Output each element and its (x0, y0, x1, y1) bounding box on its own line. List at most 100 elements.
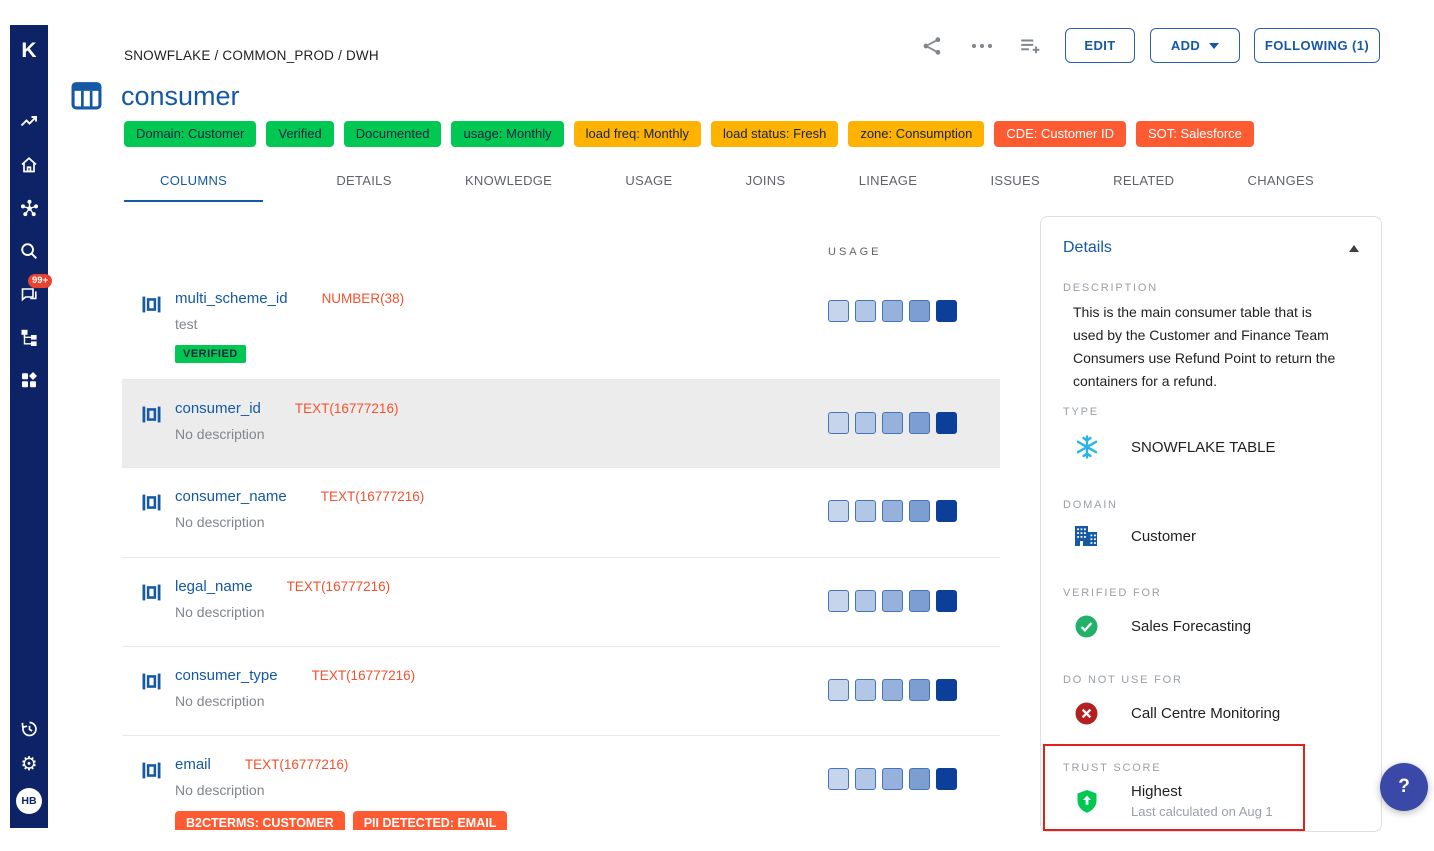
details-panel: Details DESCRIPTION This is the main con… (1040, 216, 1382, 832)
column-description: No description (175, 604, 390, 620)
usage-indicator (828, 412, 957, 434)
column-icon (142, 296, 161, 318)
column-icon (142, 673, 161, 695)
column-type: TEXT(16777216) (245, 757, 349, 772)
pii-detected-badge: PII DETECTED: EMAIL (353, 811, 508, 830)
caret-down-icon (1209, 43, 1219, 49)
app-logo[interactable]: K (21, 39, 36, 63)
tag-sot[interactable]: SOT: Salesforce (1136, 121, 1254, 147)
sidebar-bottom: ⚙ HB (16, 718, 42, 814)
more-icon[interactable] (970, 34, 994, 58)
columns-list: USAGE multi_scheme_id NUMBER(38) test VE… (122, 216, 1000, 830)
table-row[interactable]: email TEXT(16777216) No description B2CT… (122, 736, 1000, 830)
chat-icon[interactable]: 99+ (18, 283, 40, 305)
domain-label: DOMAIN (1063, 499, 1118, 511)
share-icon[interactable] (920, 34, 944, 58)
apps-grid-icon[interactable] (18, 369, 40, 391)
tag-verified[interactable]: Verified (266, 121, 333, 147)
check-circle-icon (1073, 615, 1100, 638)
column-type: TEXT(16777216) (312, 668, 416, 683)
flow-icon[interactable] (18, 326, 40, 348)
tag-load-status[interactable]: load status: Fresh (711, 121, 838, 147)
history-icon[interactable] (18, 718, 40, 740)
column-description: No description (175, 514, 424, 530)
tag-domain-customer[interactable]: Domain: Customer (124, 121, 256, 147)
column-type: NUMBER(38) (322, 291, 405, 306)
usage-indicator (828, 300, 957, 322)
page: K 99+ (0, 0, 1434, 851)
tag-usage-monthly[interactable]: usage: Monthly (451, 121, 563, 147)
table-row[interactable]: consumer_type TEXT(16777216) No descript… (122, 647, 1000, 736)
column-type: TEXT(16777216) (287, 579, 391, 594)
domain-row: Customer (1073, 525, 1196, 547)
edit-button[interactable]: EDIT (1065, 28, 1135, 63)
column-icon (142, 584, 161, 606)
tab-bar: COLUMNS DETAILS KNOWLEDGE USAGE JOINS LI… (124, 163, 1314, 202)
column-icon (142, 494, 161, 516)
playlist-add-icon[interactable] (1018, 34, 1042, 58)
trending-icon[interactable] (18, 111, 40, 133)
details-panel-title[interactable]: Details (1063, 239, 1112, 257)
table-row[interactable]: consumer_name TEXT(16777216) No descript… (122, 468, 1000, 558)
tab-joins[interactable]: JOINS (746, 163, 786, 202)
notification-badge: 99+ (28, 274, 52, 288)
collapse-arrow-icon[interactable] (1349, 245, 1359, 252)
column-name[interactable]: email (175, 756, 211, 773)
table-row-selected[interactable]: consumer_id TEXT(16777216) No descriptio… (122, 380, 1000, 468)
usage-indicator (828, 590, 957, 612)
column-name[interactable]: consumer_type (175, 667, 278, 684)
home-icon[interactable] (18, 154, 40, 176)
tab-related[interactable]: RELATED (1113, 163, 1174, 202)
verified-for-label: VERIFIED FOR (1063, 587, 1162, 599)
sidebar: K 99+ (10, 25, 48, 828)
tab-details[interactable]: DETAILS (336, 163, 391, 202)
table-row[interactable]: multi_scheme_id NUMBER(38) test VERIFIED (122, 262, 1000, 380)
description-text: This is the main consumer table that is … (1073, 301, 1341, 393)
user-avatar[interactable]: HB (16, 788, 42, 814)
usage-indicator (828, 500, 957, 522)
column-name[interactable]: consumer_id (175, 400, 261, 417)
verified-badge: VERIFIED (175, 345, 246, 363)
usage-column-header: USAGE (828, 246, 882, 258)
column-name[interactable]: multi_scheme_id (175, 290, 288, 307)
building-icon (1073, 525, 1100, 547)
do-not-use-value: Call Centre Monitoring (1131, 705, 1280, 722)
tag-cde[interactable]: CDE: Customer ID (994, 121, 1126, 147)
usage-indicator (828, 768, 957, 790)
tab-knowledge[interactable]: KNOWLEDGE (465, 163, 552, 202)
domain-value: Customer (1131, 528, 1196, 545)
column-name[interactable]: consumer_name (175, 488, 287, 505)
column-name[interactable]: legal_name (175, 578, 253, 595)
column-icon (142, 762, 161, 784)
settings-gear-icon[interactable]: ⚙ (18, 753, 40, 775)
tag-load-freq[interactable]: load freq: Monthly (574, 121, 701, 147)
tab-lineage[interactable]: LINEAGE (859, 163, 917, 202)
graph-cluster-icon[interactable] (18, 197, 40, 219)
tag-zone[interactable]: zone: Consumption (848, 121, 984, 147)
breadcrumb[interactable]: SNOWFLAKE / COMMON_PROD / DWH (124, 48, 379, 63)
table-icon (71, 80, 102, 116)
column-description: No description (175, 782, 507, 798)
trust-score-row: Highest Last calculated on Aug 1 (1073, 783, 1273, 819)
table-row[interactable]: legal_name TEXT(16777216) No description (122, 558, 1000, 647)
column-icon (142, 406, 161, 428)
following-button[interactable]: FOLLOWING (1) (1254, 28, 1380, 63)
column-type: TEXT(16777216) (295, 401, 399, 416)
tab-changes[interactable]: CHANGES (1248, 163, 1314, 202)
verified-for-row: Sales Forecasting (1073, 615, 1251, 638)
trust-score-label: TRUST SCORE (1063, 762, 1161, 774)
tab-issues[interactable]: ISSUES (990, 163, 1039, 202)
help-button[interactable]: ? (1380, 763, 1428, 811)
tag-documented[interactable]: Documented (344, 121, 442, 147)
cross-circle-icon (1073, 702, 1100, 725)
tab-columns[interactable]: COLUMNS (124, 163, 263, 202)
column-type: TEXT(16777216) (321, 489, 425, 504)
tab-usage[interactable]: USAGE (625, 163, 672, 202)
type-value: SNOWFLAKE TABLE (1131, 439, 1276, 456)
type-label: TYPE (1063, 406, 1099, 418)
shield-up-icon (1073, 789, 1100, 814)
add-button[interactable]: ADD (1150, 28, 1240, 63)
search-icon[interactable] (18, 240, 40, 262)
column-description: No description (175, 693, 415, 709)
tags-row: Domain: Customer Verified Documented usa… (124, 121, 1254, 147)
